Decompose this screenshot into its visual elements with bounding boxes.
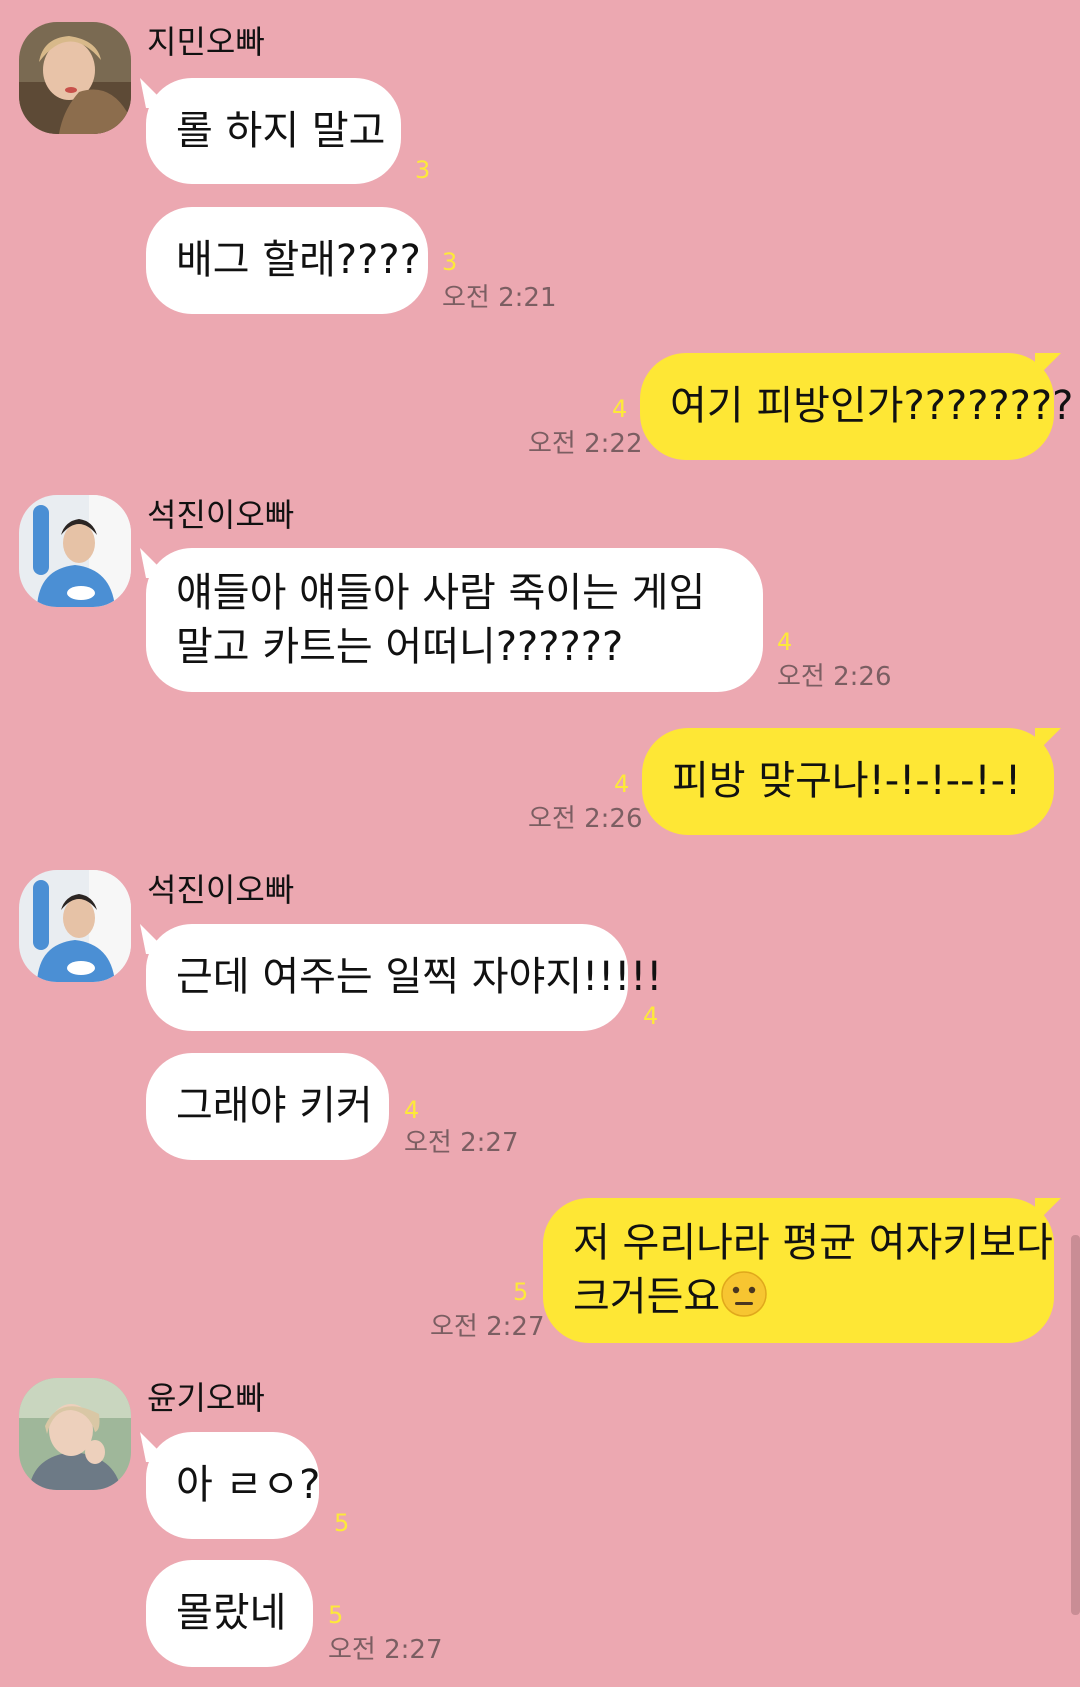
message-text: 롤 하지 말고 — [176, 108, 386, 154]
message-text-line: 말고 카트는 어떠니?????? — [176, 624, 624, 670]
sender-name: 석진이오빠 — [147, 871, 295, 909]
message-bubble[interactable]: 그래야 키커 — [146, 1053, 389, 1160]
message-text: 그래야 키커 — [176, 1083, 373, 1129]
avatar-photo — [19, 495, 131, 607]
unread-count: 4 — [404, 1096, 420, 1124]
unread-count: 4 — [643, 1002, 659, 1030]
message-bubble[interactable]: 근데 여주는 일찍 자야지!!!!! — [146, 924, 662, 1031]
message-bubble[interactable]: 롤 하지 말고 — [146, 78, 401, 184]
unread-count: 4 — [777, 628, 793, 656]
neutral-face-emoji-icon — [720, 1270, 768, 1332]
message-time: 오전 2:26 — [528, 804, 643, 834]
avatar-photo — [19, 1378, 131, 1490]
message-bubble[interactable]: 얘들아 얘들아 사람 죽이는 게임 말고 카트는 어떠니?????? — [146, 548, 763, 692]
unread-count: 4 — [612, 395, 628, 423]
message-text: 몰랐네 — [176, 1590, 287, 1636]
avatar-photo — [19, 22, 131, 134]
unread-count: 3 — [415, 156, 431, 184]
avatar-photo — [19, 870, 131, 982]
sender-name: 석진이오빠 — [147, 496, 295, 534]
bubble-tail — [1035, 728, 1061, 754]
message-time: 오전 2:27 — [404, 1128, 519, 1158]
message-time: 오전 2:21 — [442, 283, 557, 313]
message-time: 오전 2:22 — [528, 429, 643, 459]
message-bubble[interactable]: 피방 맞구나!-!-!--!-! — [642, 728, 1054, 835]
avatar-seokjin[interactable] — [19, 495, 131, 607]
avatar-yoongi[interactable] — [19, 1378, 131, 1490]
avatar-jimin[interactable] — [19, 22, 131, 134]
unread-count: 4 — [614, 770, 630, 798]
message-text: 아 ㄹㅇ? — [176, 1462, 321, 1508]
message-text-line: 크거든요 — [573, 1270, 1024, 1332]
message-time: 오전 2:27 — [430, 1312, 545, 1342]
message-time: 오전 2:26 — [777, 662, 892, 692]
unread-count: 3 — [442, 248, 458, 276]
unread-count: 5 — [513, 1278, 529, 1306]
avatar-seokjin[interactable] — [19, 870, 131, 982]
unread-count: 5 — [328, 1601, 344, 1629]
message-text-line: 얘들아 얘들아 사람 죽이는 게임 — [176, 570, 706, 616]
sender-name: 지민오빠 — [147, 23, 265, 61]
sender-name: 윤기오빠 — [147, 1379, 265, 1417]
message-bubble[interactable]: 아 ㄹㅇ? — [146, 1432, 321, 1539]
message-text-line: 저 우리나라 평균 여자키보다 — [573, 1220, 1053, 1266]
message-bubble[interactable]: 몰랐네 — [146, 1560, 313, 1667]
message-time: 오전 2:27 — [328, 1635, 443, 1665]
message-bubble[interactable]: 배그 할래???? — [146, 207, 428, 314]
message-bubble[interactable]: 저 우리나라 평균 여자키보다 크거든요 — [543, 1198, 1054, 1343]
message-text: 크거든요 — [573, 1274, 721, 1320]
scrollbar[interactable] — [1071, 1235, 1080, 1615]
unread-count: 5 — [334, 1509, 350, 1537]
message-bubble[interactable]: 여기 피방인가???????? — [640, 353, 1073, 460]
message-text: 배그 할래???? — [176, 237, 421, 283]
message-text: 여기 피방인가???????? — [670, 383, 1074, 429]
message-text: 근데 여주는 일찍 자야지!!!!! — [176, 954, 663, 1000]
message-text: 피방 맞구나!-!-!--!-! — [672, 758, 1022, 804]
